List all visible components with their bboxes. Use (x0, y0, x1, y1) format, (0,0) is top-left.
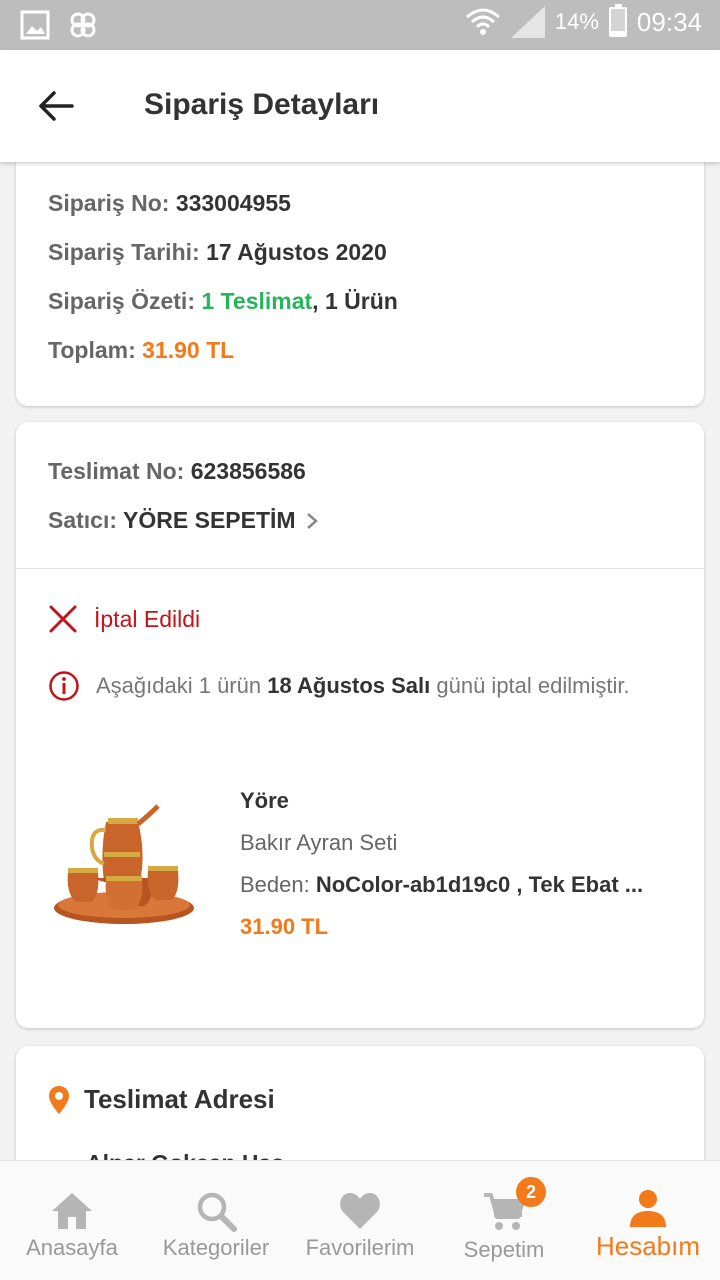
order-detail-content: Sipariş No: 333004955 Sipariş Tarihi: 17… (0, 162, 720, 1160)
bottom-navigation: Anasayfa Kategoriler Favorilerim 2 Sepet… (0, 1160, 720, 1280)
order-date-value: 17 Ağustos 2020 (206, 239, 387, 265)
delivery-number-label: Teslimat No: (48, 458, 185, 484)
nav-account-label: Hesabım (595, 1231, 701, 1261)
nav-categories[interactable]: Kategoriler (144, 1161, 288, 1280)
product-size-label: Beden: (240, 872, 310, 897)
product-size: Beden: NoColor-ab1d19c0 , Tek Ebat ... (240, 872, 643, 898)
order-total-row: Toplam: 31.90 TL (48, 337, 234, 364)
app-bar: Sipariş Detayları (0, 50, 720, 162)
product-image[interactable] (48, 802, 200, 932)
cancel-info-date: 18 Ağustos Salı (267, 673, 431, 698)
cancel-info-suffix: günü iptal edilmiştir. (436, 673, 630, 698)
product-name: Bakır Ayran Seti (240, 830, 398, 855)
order-summary-delivery: 1 Teslimat (201, 288, 313, 314)
back-arrow-icon[interactable] (36, 86, 76, 126)
cancel-info-prefix: Aşağıdaki 1 ürün (96, 673, 262, 698)
order-number-label: Sipariş No: (48, 190, 170, 216)
search-icon (197, 1192, 237, 1232)
nav-favorites[interactable]: Favorilerim (288, 1161, 432, 1280)
product-info: Yöre Bakır Ayran Seti Beden: NoColor-ab1… (240, 788, 643, 956)
nav-favorites-label: Favorilerim (305, 1235, 415, 1260)
seller-label: Satıcı: (48, 507, 118, 533)
seller-link[interactable]: Satıcı: YÖRE SEPETİM (48, 507, 320, 534)
user-icon (630, 1190, 666, 1227)
pinwheel-icon (70, 12, 96, 38)
delivery-card: Teslimat No: 623856586 Satıcı: YÖRE SEPE… (16, 422, 704, 1028)
chevron-right-icon (306, 512, 318, 529)
cancel-status: İptal Edildi (48, 604, 200, 634)
order-total-value: 31.90 TL (142, 337, 235, 363)
nav-account[interactable]: Hesabım (576, 1161, 720, 1280)
order-number-row: Sipariş No: 333004955 (48, 190, 291, 217)
divider (16, 568, 704, 569)
nav-categories-label: Kategoriler (162, 1235, 270, 1260)
page-title: Sipariş Detayları (144, 88, 380, 121)
address-name: Alper Gokcan Has... (86, 1150, 303, 1160)
signal-icon (510, 6, 545, 38)
order-number-value: 333004955 (175, 190, 291, 216)
battery-percent: 14% (554, 9, 599, 34)
order-date-label: Sipariş Tarihi: (48, 239, 200, 265)
order-date-row: Sipariş Tarihi: 17 Ağustos 2020 (48, 239, 387, 266)
cancel-info: Aşağıdaki 1 ürün 18 Ağustos Salı günü ip… (48, 670, 630, 702)
close-icon (49, 605, 77, 633)
status-bar: 14% 09:34 (0, 0, 720, 50)
product-price: 31.90 TL (240, 914, 329, 939)
address-title: Teslimat Adresi (48, 1084, 275, 1115)
seller-name: YÖRE SEPETİM (123, 507, 296, 533)
info-icon (49, 671, 79, 701)
delivery-number-value: 623856586 (190, 458, 306, 484)
order-summary-items: , 1 Ürün (312, 288, 398, 314)
home-icon (52, 1193, 92, 1229)
order-summary-row: Sipariş Özeti: 1 Teslimat, 1 Ürün (48, 288, 398, 315)
nav-home-label: Anasayfa (26, 1235, 118, 1260)
product-brand: Yöre (240, 788, 289, 813)
order-summary-label: Sipariş Özeti: (48, 288, 195, 314)
nav-home[interactable]: Anasayfa (0, 1161, 144, 1280)
cancel-info-text: Aşağıdaki 1 ürün 18 Ağustos Salı günü ip… (96, 673, 630, 699)
order-summary-card: Sipariş No: 333004955 Sipariş Tarihi: 17… (16, 162, 704, 406)
product-size-value: NoColor-ab1d19c0 , Tek Ebat ... (315, 872, 644, 897)
clock: 09:34 (636, 6, 702, 37)
nav-cart[interactable]: 2 Sepetim (432, 1161, 576, 1280)
battery-icon (608, 4, 627, 37)
address-title-label: Teslimat Adresi (84, 1084, 275, 1114)
delivery-address-card: Teslimat Adresi Alper Gokcan Has... (16, 1046, 704, 1160)
order-total-label: Toplam: (48, 337, 136, 363)
nav-cart-label: Sepetim (463, 1237, 545, 1262)
delivery-number-row: Teslimat No: 623856586 (48, 458, 306, 485)
cart-badge: 2 (516, 1177, 546, 1207)
heart-icon (340, 1193, 380, 1229)
location-pin-icon (49, 1085, 69, 1114)
cancel-status-label: İptal Edildi (94, 605, 201, 632)
gallery-icon (20, 10, 50, 40)
wifi-icon (465, 8, 500, 35)
